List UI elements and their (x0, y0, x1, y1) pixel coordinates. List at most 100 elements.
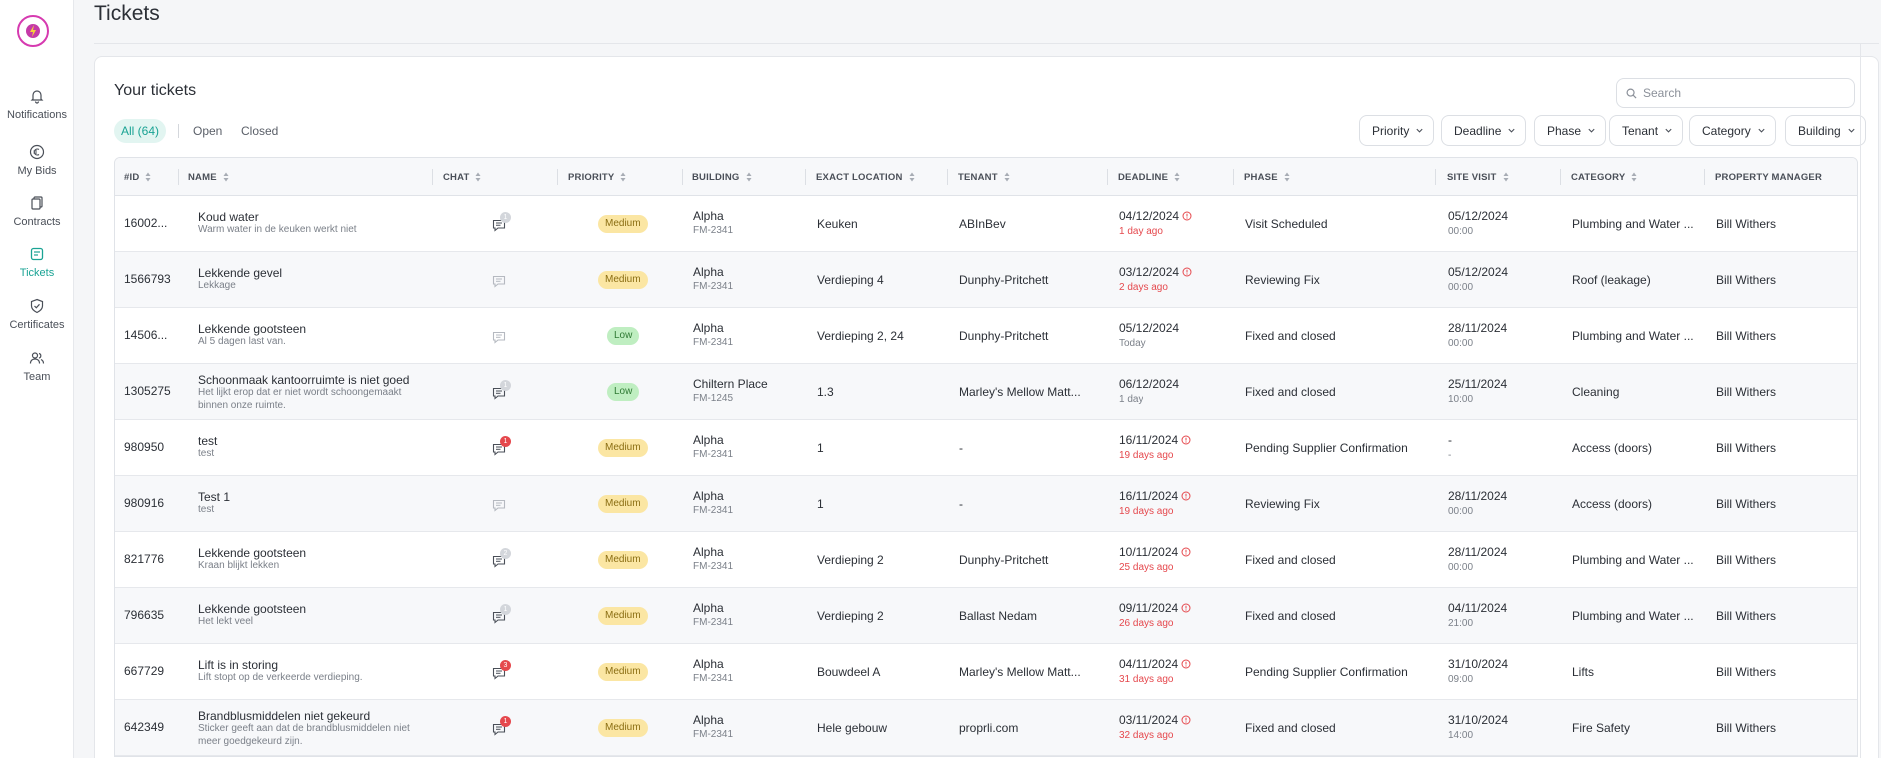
sort-icon[interactable] (223, 172, 229, 182)
chat-count-badge: 1 (500, 716, 511, 727)
category: Plumbing and Water ... (1572, 329, 1694, 343)
column-separator[interactable] (947, 169, 948, 185)
table-row[interactable]: 796635 Lekkende gootsteen Het lekt veel 1 Me… (115, 588, 1857, 644)
column-header-priority[interactable]: PRIORITY (568, 158, 626, 196)
sidebar-item-tickets[interactable]: Tickets (0, 246, 74, 279)
ticket-name[interactable]: Lift is in storing (198, 658, 438, 672)
property-manager: Bill Withers (1716, 441, 1777, 455)
chat-icon[interactable]: 1 (492, 380, 511, 400)
sort-icon[interactable] (1631, 172, 1637, 182)
column-header-chat[interactable]: CHAT (443, 158, 481, 196)
chat-icon[interactable] (492, 494, 510, 512)
search-box[interactable] (1616, 78, 1855, 108)
chat-icon[interactable]: 1 (492, 436, 511, 456)
deadline-date: 09/11/2024 (1119, 601, 1191, 615)
column-separator[interactable] (178, 169, 179, 185)
phase: Pending Supplier Confirmation (1245, 665, 1408, 679)
ticket-name[interactable]: test (198, 434, 438, 448)
column-header-deadline[interactable]: DEADLINE (1118, 158, 1180, 196)
building-name: Alpha (693, 713, 724, 727)
table-row[interactable]: 14506... Lekkende gootsteen Al 5 dagen las… (115, 308, 1857, 364)
table-row[interactable]: 1566793 Lekkende gevel Lekkage Medium Alpha F… (115, 252, 1857, 308)
column-header-phase[interactable]: PHASE (1244, 158, 1290, 196)
column-separator[interactable] (1435, 169, 1436, 185)
column-header-category[interactable]: CATEGORY (1571, 158, 1637, 196)
ticket-name[interactable]: Lekkende gootsteen (198, 602, 438, 616)
ticket-name[interactable]: Brandblusmiddelen niet gekeurd (198, 709, 438, 723)
column-header-building[interactable]: BUILDING (692, 158, 752, 196)
table-row[interactable]: 642349 Brandblusmiddelen niet gekeurd Stic… (115, 700, 1857, 756)
table-header: #ID NAME CHAT PRIORITY BUILDING EXACT LOCATIO… (115, 158, 1857, 196)
column-separator[interactable] (805, 169, 806, 185)
column-separator[interactable] (682, 169, 683, 185)
sort-icon[interactable] (1503, 172, 1509, 182)
category: Plumbing and Water ... (1572, 217, 1694, 231)
ticket-name[interactable]: Koud water (198, 210, 438, 224)
table-row[interactable]: 16002... Koud water Warm water in de keuke… (115, 196, 1857, 252)
chat-icon[interactable]: 2 (492, 548, 511, 568)
filter-building[interactable]: Building (1785, 115, 1866, 146)
tab-all[interactable]: All (64) (114, 119, 167, 143)
column-header-site-visit[interactable]: SITE VISIT (1447, 158, 1509, 196)
filter-deadline[interactable]: Deadline (1441, 115, 1527, 146)
column-separator[interactable] (1560, 169, 1561, 185)
chat-icon[interactable]: 3 (492, 660, 511, 680)
column-separator[interactable] (1704, 169, 1705, 185)
column-separator[interactable] (432, 169, 433, 185)
column-header-exact-location[interactable]: EXACT LOCATION (816, 158, 915, 196)
table-row[interactable]: 821776 Lekkende gootsteen Kraan blijkt lek… (115, 532, 1857, 588)
sort-icon[interactable] (746, 172, 752, 182)
ticket-name[interactable]: Lekkende gootsteen (198, 546, 438, 560)
tenant: - (959, 497, 963, 511)
sort-icon[interactable] (145, 172, 151, 182)
sidebar-item-certificates[interactable]: Certificates (0, 298, 74, 331)
column-header-id[interactable]: #ID (124, 158, 151, 196)
column-header-tenant[interactable]: TENANT (958, 158, 1010, 196)
chat-icon[interactable]: 1 (492, 212, 511, 232)
deadline-date: 06/12/2024 (1119, 377, 1179, 391)
filter-priority[interactable]: Priority (1359, 115, 1435, 146)
team-icon (29, 350, 45, 366)
filter-category[interactable]: Category (1689, 115, 1776, 146)
ticket-id: 1566793 (124, 272, 171, 286)
table-row[interactable]: 1305275 Schoonmaak kantoorruimte is niet … (115, 364, 1857, 420)
deadline-note: 2 days ago (1119, 282, 1168, 293)
chat-icon[interactable]: 1 (492, 604, 511, 624)
building-code: FM-2341 (693, 561, 734, 572)
priority-badge: Medium (598, 271, 648, 289)
column-separator[interactable] (1233, 169, 1234, 185)
filter-phase[interactable]: Phase (1534, 115, 1607, 146)
sidebar-item-notifications[interactable]: Notifications (0, 88, 74, 121)
ticket-name[interactable]: Schoonmaak kantoorruimte is niet goed (198, 373, 438, 387)
sort-icon[interactable] (1174, 172, 1180, 182)
app-logo[interactable] (17, 15, 49, 47)
building-code: FM-2341 (693, 281, 734, 292)
column-separator[interactable] (557, 169, 558, 185)
sidebar-item-my-bids[interactable]: My Bids (0, 144, 74, 177)
sidebar-item-contracts[interactable]: Contracts (0, 195, 74, 228)
filter-tenant[interactable]: Tenant (1609, 115, 1684, 146)
site-visit-time: 09:00 (1448, 674, 1474, 685)
column-header-property-manager[interactable]: PROPERTY MANAGER (1715, 158, 1822, 196)
sidebar-item-team[interactable]: Team (0, 350, 74, 383)
table-row[interactable]: 667729 Lift is in storing Lift stopt op de… (115, 644, 1857, 700)
chat-icon[interactable] (492, 326, 510, 344)
tab-open[interactable]: Open (193, 119, 222, 143)
column-header-name[interactable]: NAME (188, 158, 229, 196)
tab-closed[interactable]: Closed (241, 119, 278, 143)
sort-icon[interactable] (475, 172, 481, 182)
sort-icon[interactable] (909, 172, 915, 182)
ticket-name[interactable]: Test 1 (198, 490, 438, 504)
sort-icon[interactable] (1004, 172, 1010, 182)
ticket-name[interactable]: Lekkende gevel (198, 266, 438, 280)
chat-icon[interactable]: 1 (492, 716, 511, 736)
search-input[interactable] (1643, 86, 1843, 100)
exact-location: Verdieping 2 (817, 609, 884, 623)
table-row[interactable]: 980950 test test 1 Medium Alpha FM-2341 1 - 16/11… (115, 420, 1857, 476)
ticket-name[interactable]: Lekkende gootsteen (198, 322, 438, 336)
column-separator[interactable] (1107, 169, 1108, 185)
chat-icon[interactable] (492, 270, 510, 288)
sort-icon[interactable] (620, 172, 626, 182)
table-row[interactable]: 980916 Test 1 test Medium Alpha FM-2341 1 - 16/1… (115, 476, 1857, 532)
sort-icon[interactable] (1284, 172, 1290, 182)
